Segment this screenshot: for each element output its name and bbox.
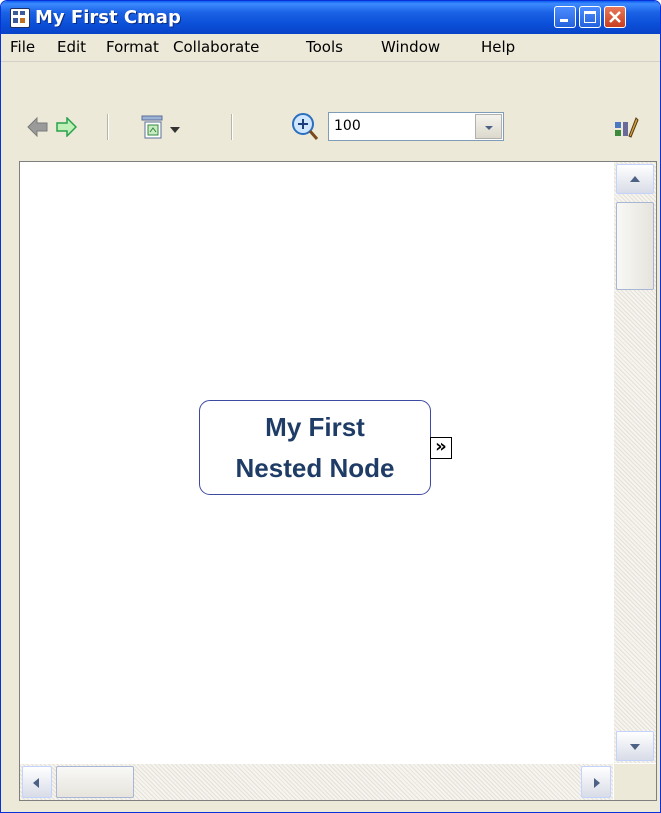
menu-format[interactable]: Format [106, 38, 159, 56]
title-bar[interactable]: My First Cmap [1, 1, 660, 34]
menu-edit[interactable]: Edit [57, 38, 86, 56]
arrow-right-icon [594, 778, 600, 788]
arrow-down-icon [630, 744, 640, 750]
zoom-value[interactable]: 100 [334, 118, 361, 134]
minimize-icon [560, 19, 568, 22]
window-title: My First Cmap [35, 7, 181, 28]
map-viewport: My First Nested Node » [19, 161, 657, 801]
vertical-scroll-thumb[interactable] [616, 202, 654, 290]
menu-file[interactable]: File [10, 38, 35, 56]
back-arrow-icon[interactable] [27, 117, 49, 137]
maximize-icon [584, 11, 596, 23]
zoom-combo[interactable]: 100 [328, 112, 504, 141]
minimize-button[interactable] [554, 6, 576, 28]
node-label-line2: Nested Node [235, 453, 395, 483]
menu-help[interactable]: Help [481, 38, 515, 56]
expand-nested-node-icon[interactable]: » [430, 437, 452, 459]
menu-collaborate[interactable]: Collaborate [173, 38, 259, 56]
scroll-left-button[interactable] [22, 766, 52, 798]
cmap-app-icon[interactable] [10, 8, 30, 28]
vertical-scrollbar[interactable] [614, 162, 656, 763]
scroll-down-button[interactable] [616, 731, 654, 761]
toolbar: 100 [1, 62, 660, 162]
dropdown-arrow-icon[interactable] [169, 126, 181, 134]
arrow-up-icon [630, 176, 640, 182]
concept-map-canvas[interactable]: My First Nested Node » [20, 162, 613, 763]
style-palette-icon[interactable] [613, 114, 639, 140]
zoom-in-icon[interactable] [290, 112, 320, 142]
menu-bar: File Edit Format Collaborate Tools Windo… [1, 34, 660, 62]
toolbar-separator [231, 114, 232, 140]
zoom-dropdown-button[interactable] [475, 114, 502, 139]
close-button[interactable] [604, 6, 626, 28]
node-label-line1: My First [265, 412, 365, 442]
scroll-right-button[interactable] [581, 766, 611, 798]
arrow-left-icon [33, 778, 39, 788]
forward-arrow-icon[interactable] [55, 117, 77, 137]
cmap-window: My First Cmap File Edit Format Collabora… [0, 0, 661, 813]
menu-tools[interactable]: Tools [306, 38, 343, 56]
chevron-down-icon [485, 126, 493, 130]
nested-node-view-icon[interactable] [139, 114, 167, 142]
close-icon [609, 11, 621, 23]
maximize-button[interactable] [579, 6, 601, 28]
scroll-up-button[interactable] [616, 164, 654, 194]
horizontal-scroll-thumb[interactable] [56, 766, 134, 798]
toolbar-separator [107, 114, 108, 140]
concept-node[interactable]: My First Nested Node [199, 400, 431, 495]
horizontal-scrollbar[interactable] [20, 764, 613, 800]
menu-window[interactable]: Window [381, 38, 440, 56]
scrollbar-corner [614, 764, 656, 800]
